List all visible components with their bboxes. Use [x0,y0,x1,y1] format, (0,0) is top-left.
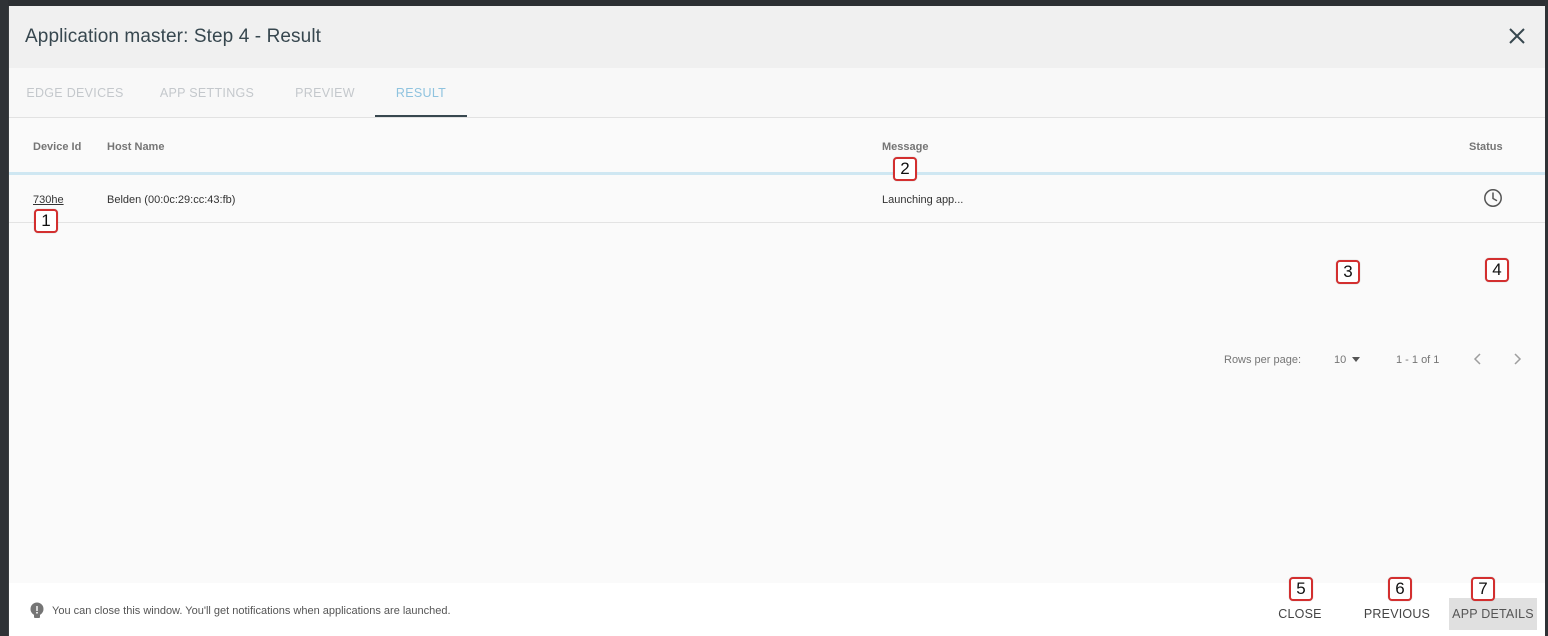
dialog-title: Application master: Step 4 - Result [25,26,322,47]
marker-5: 5 [1289,577,1313,601]
table-header: Device Id Host Name Message Status [9,118,1545,175]
marker-6: 6 [1388,577,1412,601]
host-name-cell: Belden (00:0c:29:cc:43:fb) [107,194,236,206]
previous-button[interactable]: PREVIOUS [1361,598,1433,630]
close-button[interactable]: CLOSE [1275,598,1325,630]
message-cell: Launching app... [882,194,964,206]
rows-per-page-select[interactable]: 10 [1334,354,1361,366]
tab-result[interactable]: RESULT [375,68,467,117]
dialog-footer: You can close this window. You'll get no… [9,583,1545,636]
clock-icon [1484,189,1502,207]
tab-app-settings[interactable]: APP SETTINGS [141,68,273,117]
tab-edge-devices[interactable]: EDGE DEVICES [9,68,141,117]
column-header-host-name[interactable]: Host Name [107,141,164,153]
page-range: 1 - 1 of 1 [1396,354,1440,366]
caret-down-icon [1352,357,1361,362]
backdrop-left [0,0,8,636]
tab-preview[interactable]: PREVIEW [275,68,375,117]
marker-7: 7 [1471,577,1495,601]
chevron-left-icon[interactable] [1471,351,1485,367]
application-master-dialog: Application master: Step 4 - Result EDGE… [9,6,1545,636]
rows-per-page-value: 10 [1334,354,1347,366]
step-tabs: EDGE DEVICES APP SETTINGS PREVIEW RESULT [9,68,1545,118]
dialog-header: Application master: Step 4 - Result [9,6,1545,68]
table-row: 730he Belden (00:0c:29:cc:43:fb) Launchi… [9,175,1545,223]
marker-1: 1 [34,209,58,233]
marker-3: 3 [1336,260,1360,284]
column-header-message[interactable]: Message [882,141,928,153]
marker-2: 2 [893,157,917,181]
rows-per-page-label: Rows per page: [1224,354,1302,366]
close-icon[interactable] [1507,26,1527,46]
footer-hint: You can close this window. You'll get no… [52,605,451,617]
device-id-link[interactable]: 730he [33,194,64,206]
column-header-status[interactable]: Status [1469,141,1503,153]
marker-4: 4 [1485,258,1509,282]
lightbulb-icon [30,602,44,618]
pagination: Rows per page: 10 1 - 1 of 1 [9,351,1545,374]
column-header-device-id[interactable]: Device Id [33,141,81,153]
app-details-button[interactable]: APP DETAILS [1449,598,1537,630]
chevron-right-icon[interactable] [1510,351,1524,367]
